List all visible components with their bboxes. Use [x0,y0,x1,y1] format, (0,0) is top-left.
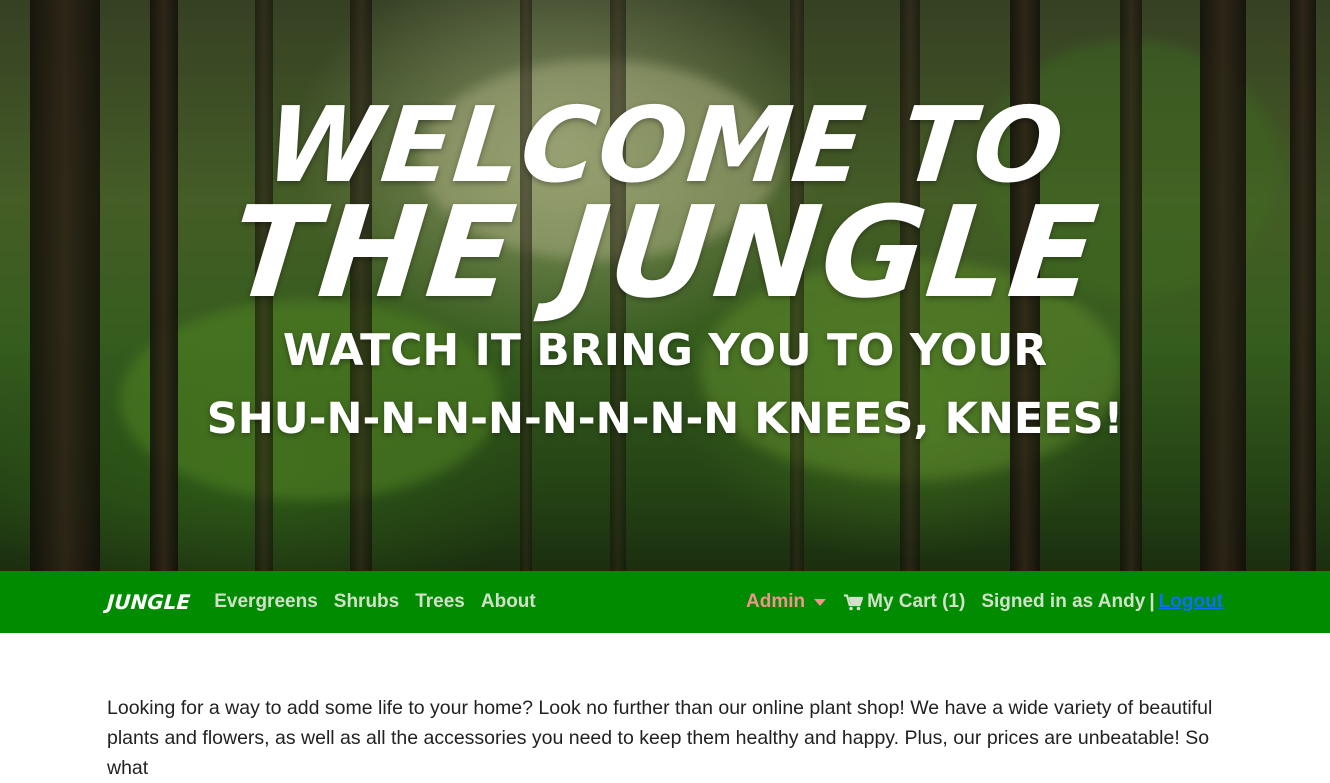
nav-separator: | [1149,591,1155,612]
hero-banner: WELCOME TO THE JUNGLE WATCH IT BRING YOU… [0,0,1330,571]
hero-title-line2: THE JUNGLE [224,179,1106,326]
brand-logo[interactable]: JUNGLE [106,590,191,614]
hero-subtitle-line1: WATCH IT BRING YOU TO YOUR [282,325,1048,376]
admin-dropdown[interactable]: Admin [746,591,827,613]
caret-down-icon [814,598,827,606]
main-content: Looking for a way to add some life to yo… [107,693,1223,783]
logout-link[interactable]: Logout [1159,591,1223,613]
cart-label: My Cart (1) [867,591,966,612]
nav-link-shrubs[interactable]: Shrubs [334,591,399,613]
shopping-cart-icon [844,593,864,610]
navbar-container: JUNGLE Evergreens Shrubs Trees About Adm… [106,590,1223,614]
intro-paragraph: Looking for a way to add some life to yo… [107,697,1213,779]
nav-link-evergreens[interactable]: Evergreens [214,591,318,613]
admin-dropdown-label: Admin [746,591,806,612]
navbar-left: JUNGLE Evergreens Shrubs Trees About [106,590,552,614]
top-navbar: JUNGLE Evergreens Shrubs Trees About Adm… [0,571,1330,633]
nav-link-trees[interactable]: Trees [415,591,465,613]
nav-link-about[interactable]: About [481,591,536,613]
cart-link[interactable]: My Cart (1) [844,591,965,613]
signed-in-status: Signed in as Andy [981,591,1146,612]
hero-subtitle-line2: SHU-N-N-N-N-N-N-N-N KNEES, KNEES! [206,394,1124,444]
navbar-right: Admin My Cart (1) Signed in as Andy | Lo… [746,591,1223,613]
